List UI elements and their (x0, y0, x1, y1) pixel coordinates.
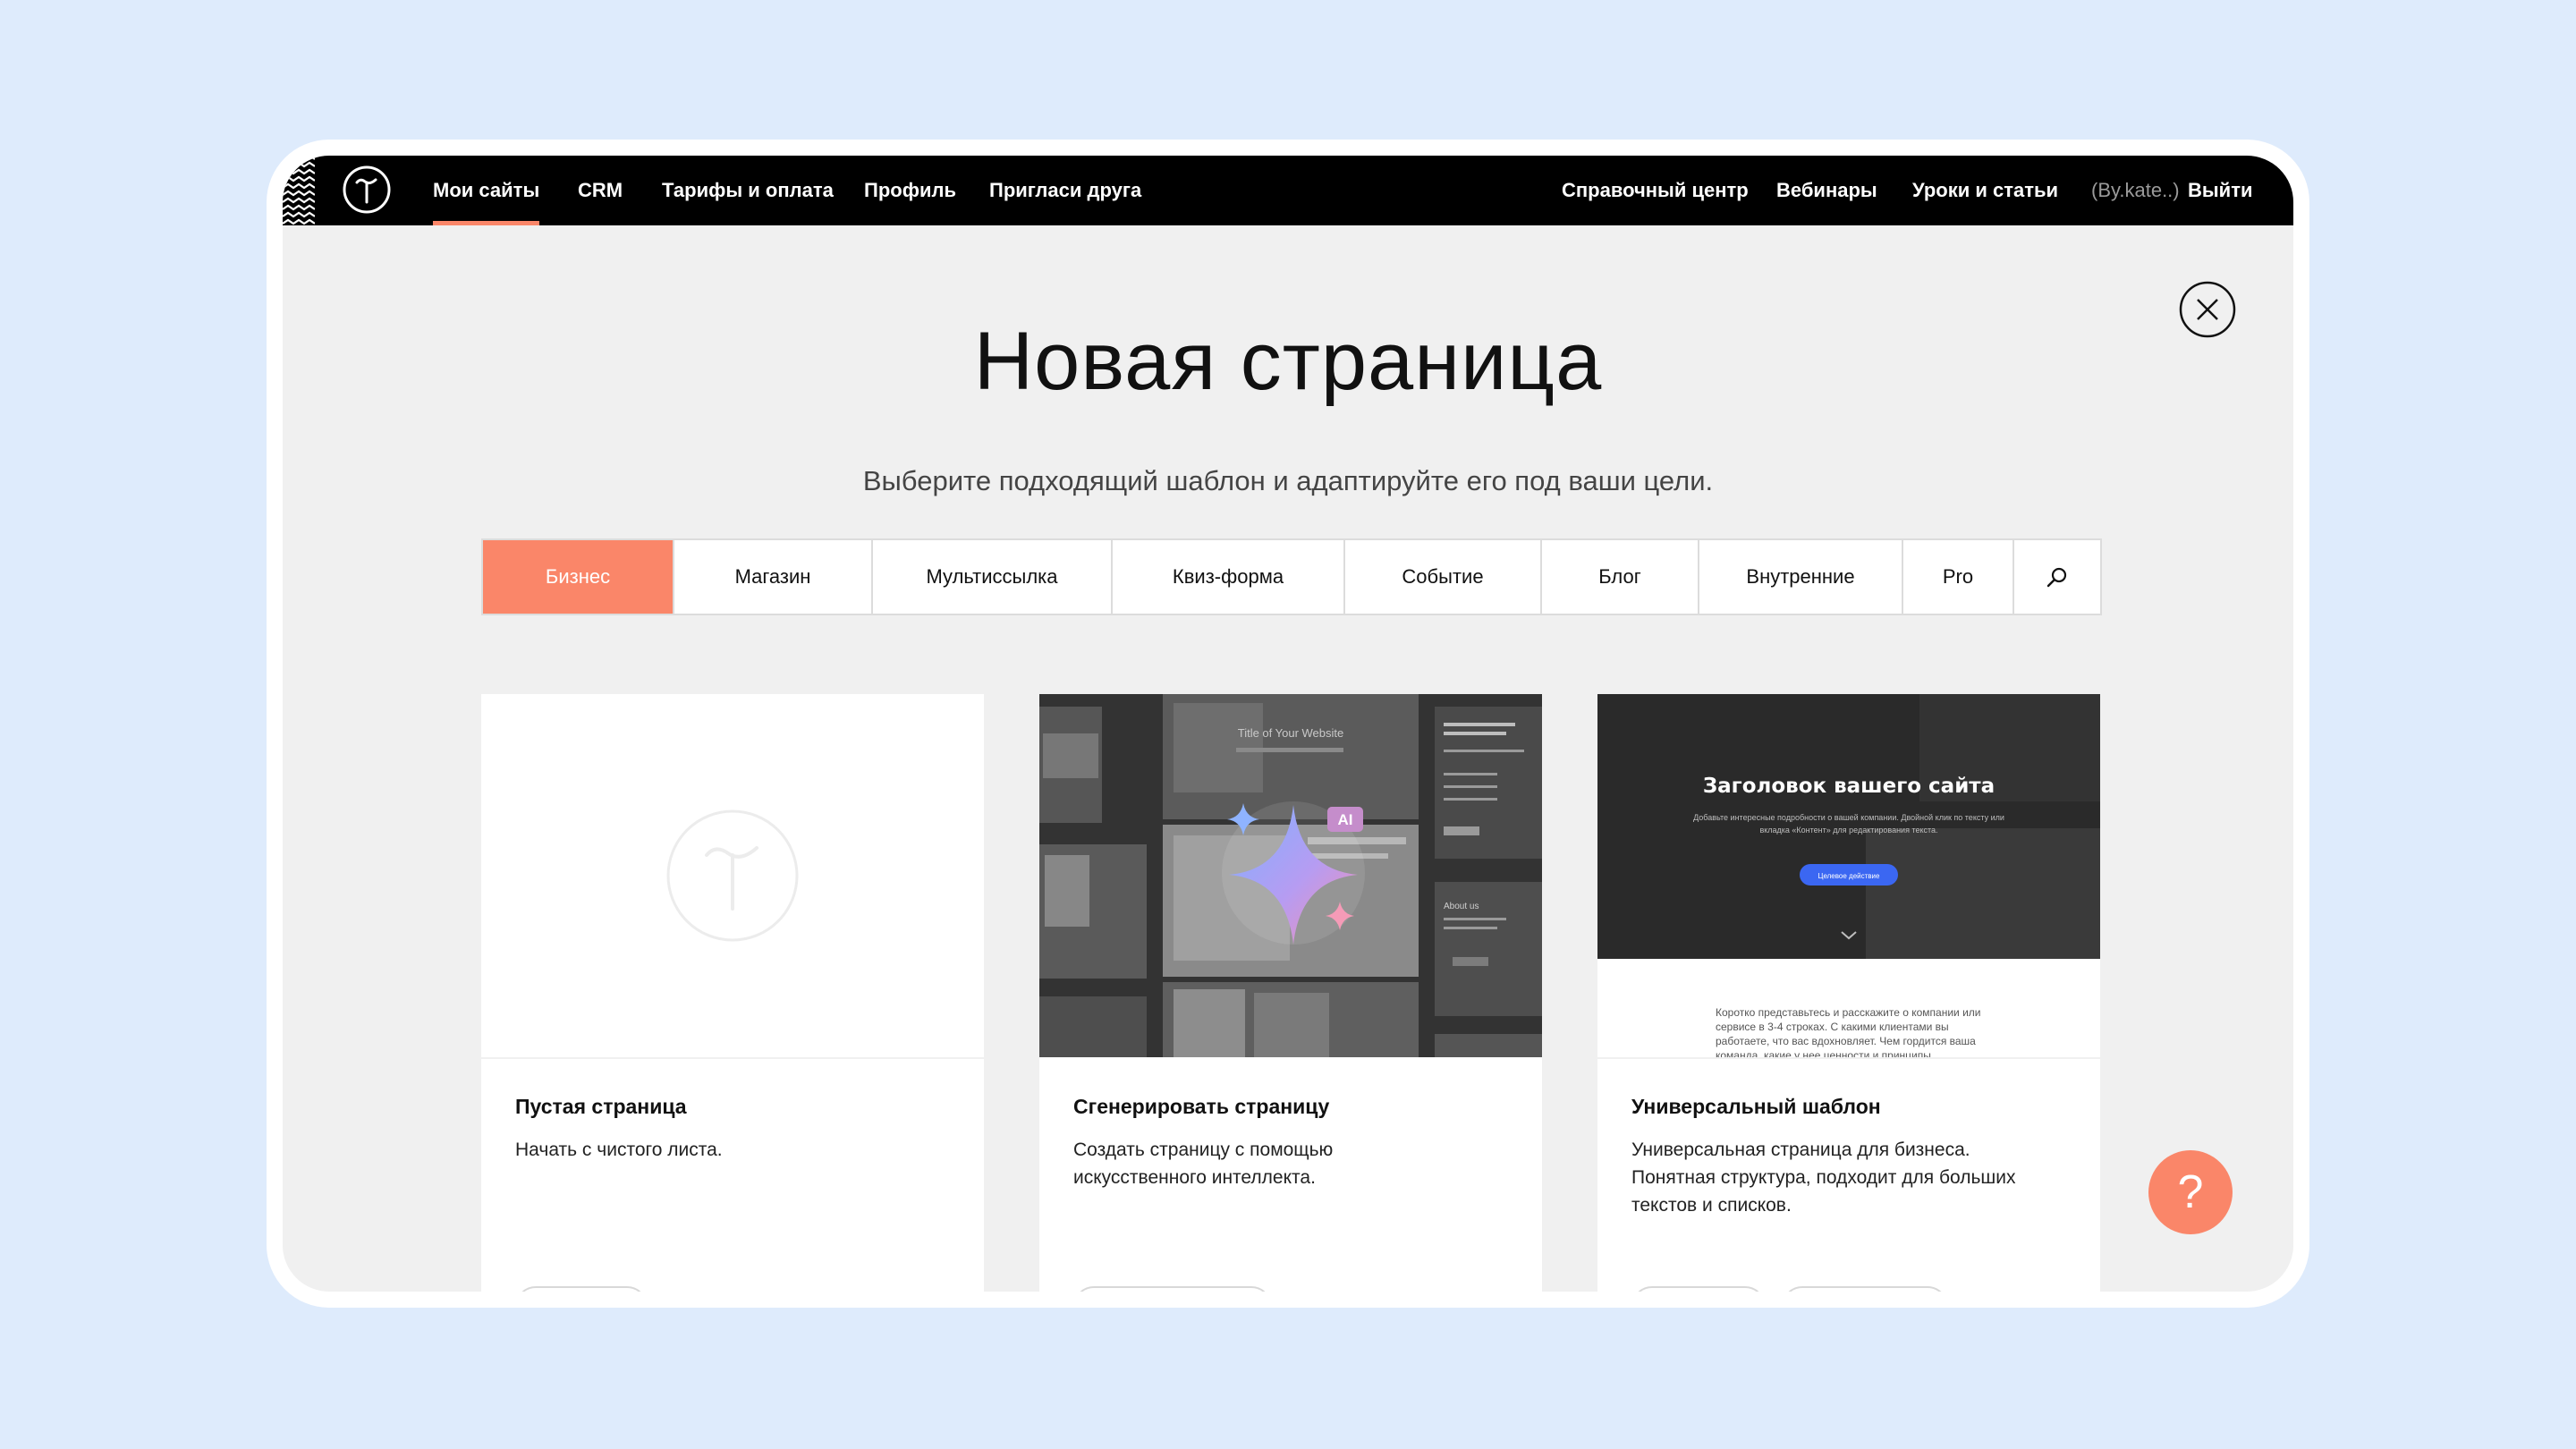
ai-preview-site-title: Title of Your Website (1238, 726, 1344, 740)
card-action-button[interactable] (515, 1286, 648, 1292)
card-action-button[interactable] (1073, 1286, 1272, 1292)
preview-body: Коротко представьтесь и расскажите о ком… (1716, 1006, 1981, 1019)
nav-pricing[interactable]: Тарифы и оплата (662, 156, 834, 225)
nav-crm[interactable]: CRM (578, 156, 623, 225)
preview-sub: Добавьте интересные подробности о вашей … (1693, 813, 2004, 822)
card-title: Универсальный шаблон (1631, 1095, 1881, 1118)
tab-blog[interactable]: Блог (1542, 540, 1699, 614)
ai-badge: AI (1338, 811, 1353, 828)
card-preview-empty (481, 694, 984, 1057)
preview-sub: вкладка «Контент» для редактирования тек… (1759, 826, 1937, 835)
ai-preview-about: About us (1444, 902, 1479, 911)
user-name: (By.kate..) (2091, 179, 2180, 201)
tab-quiz-form[interactable]: Квиз-форма (1113, 540, 1345, 614)
nav-lessons[interactable]: Уроки и статьи (1912, 156, 2058, 225)
card-action-button[interactable] (1631, 1286, 1766, 1292)
card-description: Универсальная страница для бизнеса. Поня… (1631, 1140, 2016, 1216)
tab-event[interactable]: Событие (1345, 540, 1542, 614)
template-card-empty[interactable]: Пустая страница Начать с чистого листа. (481, 694, 984, 1292)
card-description: Создать страницу с помощью искусственног… (1073, 1140, 1334, 1188)
help-button[interactable]: ? (2148, 1150, 2233, 1234)
category-tabs: Бизнес Магазин Мультиссылка Квиз-форма С… (481, 538, 2102, 615)
nav-help-center[interactable]: Справочный центр (1562, 156, 1749, 225)
ai-collage-image: Title of Your Website About us AI (1039, 694, 1542, 1057)
tab-search[interactable] (2014, 540, 2100, 614)
nav-webinars[interactable]: Вебинары (1776, 156, 1877, 225)
preview-body: команда, какие у нее ценности и принципы… (1716, 1049, 1934, 1057)
top-navigation-bar: Мои сайты CRM Тарифы и оплата Профиль Пр… (283, 156, 2293, 225)
card-preview-ai: Title of Your Website About us AI (1039, 694, 1542, 1057)
app-screen: Мои сайты CRM Тарифы и оплата Профиль Пр… (283, 156, 2293, 1292)
card-title: Сгенерировать страницу (1073, 1095, 1330, 1118)
page-title: Новая страница (973, 316, 1603, 407)
zigzag-pattern-icon (283, 156, 315, 225)
template-card-universal[interactable]: Заголовок вашего сайта Добавьте интересн… (1597, 694, 2100, 1292)
search-icon (2046, 567, 2067, 588)
tab-multilink[interactable]: Мультиссылка (873, 540, 1113, 614)
nav-my-sites[interactable]: Мои сайты (433, 156, 540, 225)
card-description: Начать с чистого листа. (515, 1140, 723, 1160)
preview-heading: Заголовок вашего сайта (1703, 775, 1995, 798)
card-title: Пустая страница (515, 1095, 687, 1118)
preview-body: работаете, что вас вдохновляет. Чем горд… (1716, 1035, 1976, 1047)
tab-business[interactable]: Бизнес (483, 540, 674, 614)
tab-shop[interactable]: Магазин (674, 540, 873, 614)
card-action-button[interactable] (1782, 1286, 1948, 1292)
tilda-logo-icon (666, 809, 799, 942)
universal-template-image: Заголовок вашего сайта Добавьте интересн… (1597, 694, 2100, 1057)
preview-button: Целевое действие (1818, 872, 1880, 880)
tilda-logo-icon[interactable] (342, 165, 392, 215)
device-frame: Мои сайты CRM Тарифы и оплата Профиль Пр… (267, 140, 2309, 1308)
preview-body: сервисе в 3-4 строках. С какими клиентам… (1716, 1021, 1949, 1033)
card-preview-universal: Заголовок вашего сайта Добавьте интересн… (1597, 694, 2100, 1057)
tab-pro[interactable]: Pro (1903, 540, 2014, 614)
card-divider (481, 1057, 984, 1059)
logout-link[interactable]: Выйти (2188, 156, 2253, 225)
card-divider (1597, 1057, 2100, 1059)
template-card-ai[interactable]: Title of Your Website About us AI Сгенер… (1039, 694, 1542, 1292)
nav-profile[interactable]: Профиль (864, 156, 956, 225)
tab-internal[interactable]: Внутренние (1699, 540, 1903, 614)
page-subtitle: Выберите подходящий шаблон и адаптируйте… (862, 465, 1714, 496)
nav-invite-friend[interactable]: Пригласи друга (989, 156, 1141, 225)
